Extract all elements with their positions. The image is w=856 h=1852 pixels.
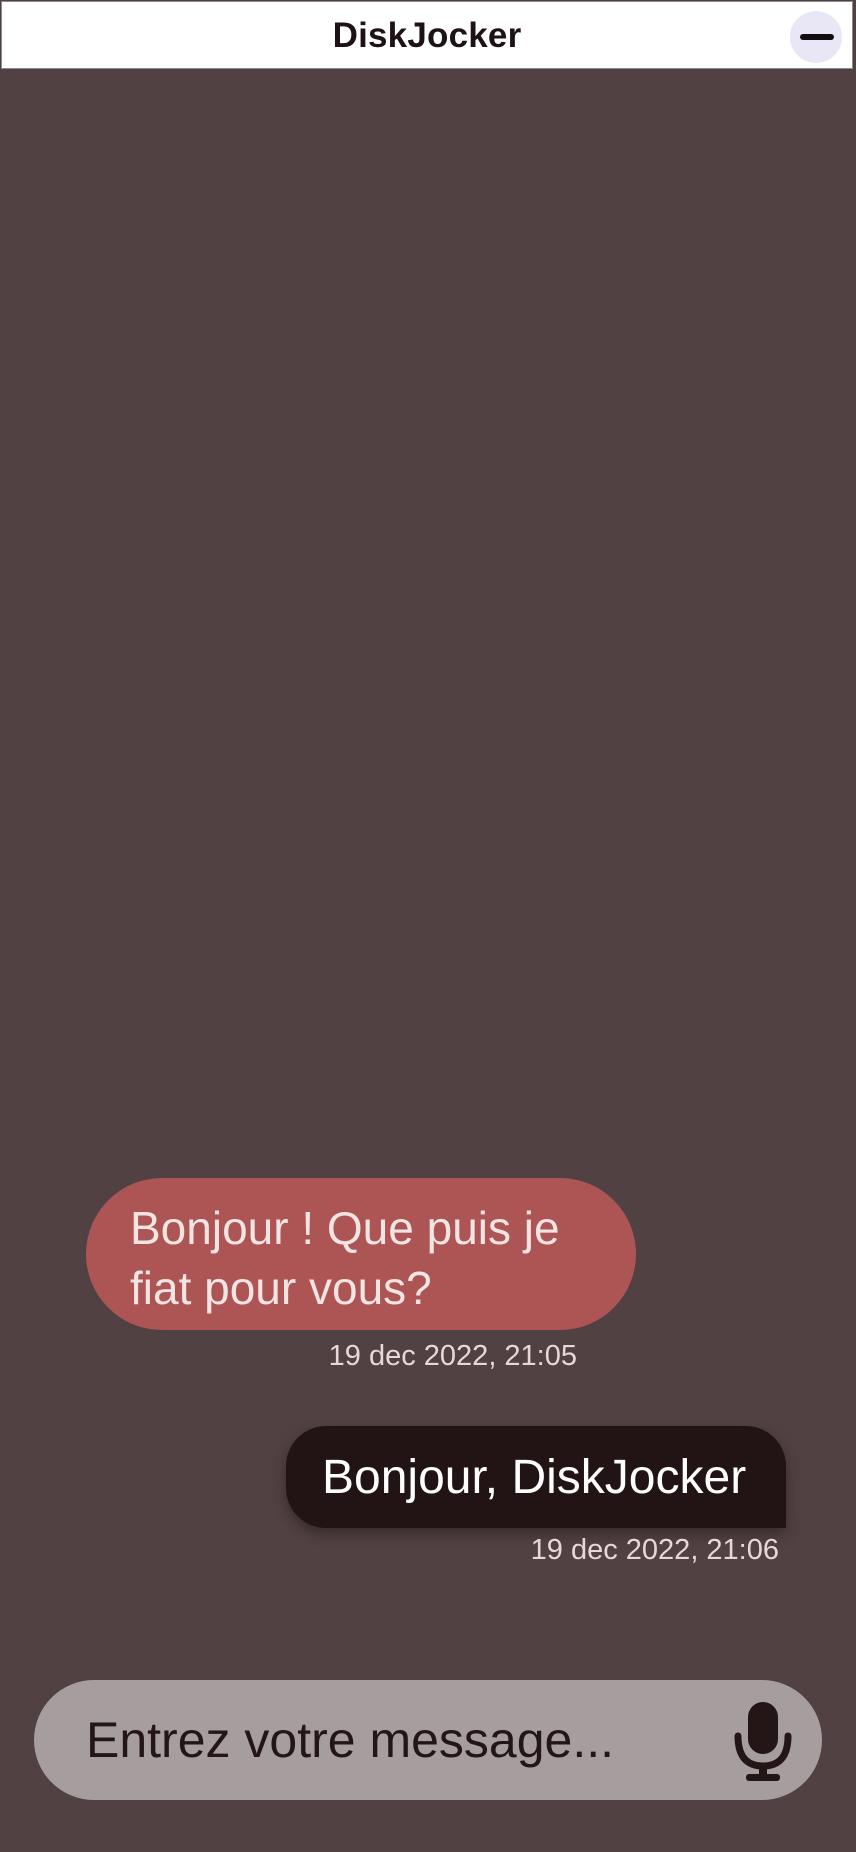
message-composer	[34, 1680, 822, 1800]
app-title: DiskJocker	[332, 16, 522, 55]
user-message-text: Bonjour, DiskJocker	[322, 1451, 747, 1504]
user-message-timestamp: 19 dec 2022, 21:06	[530, 1534, 779, 1566]
app-header: DiskJocker	[1, 1, 853, 69]
minus-icon	[800, 34, 834, 40]
microphone-icon	[734, 1702, 792, 1781]
message-input[interactable]	[86, 1702, 706, 1778]
bot-message-text: Bonjour ! Que puis je fiat pour vous?	[130, 1202, 560, 1314]
chat-screen: DiskJocker Bonjour ! Que puis je fiat po…	[0, 0, 856, 1852]
microphone-button[interactable]	[728, 1700, 798, 1782]
minimize-button[interactable]	[790, 11, 842, 63]
user-message-bubble: Bonjour, DiskJocker	[286, 1426, 786, 1528]
bot-message-timestamp: 19 dec 2022, 21:05	[328, 1340, 577, 1372]
bot-message-bubble: Bonjour ! Que puis je fiat pour vous?	[86, 1178, 636, 1330]
